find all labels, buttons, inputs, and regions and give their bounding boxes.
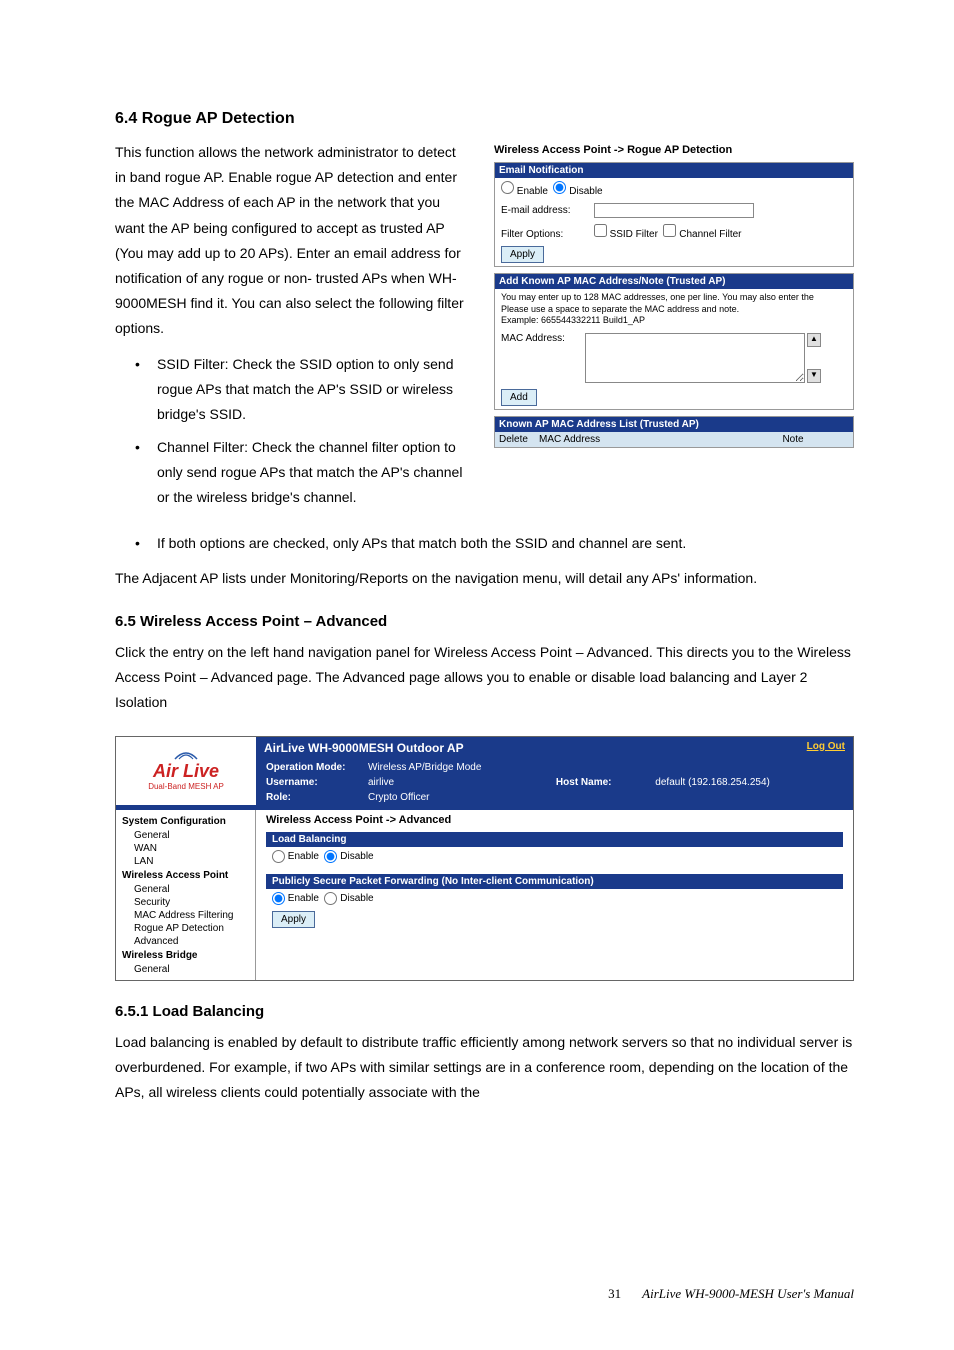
heading-rogue-ap: 6.4 Rogue AP Detection	[115, 110, 854, 128]
note-line-3: Example: 665544332211 Build1_AP	[501, 315, 645, 325]
sp-enable-radio[interactable]	[272, 892, 285, 905]
logo-text: Air Live	[153, 761, 219, 782]
nav-group-bridge: Wireless Bridge	[116, 948, 255, 963]
nav-general-3[interactable]: General	[116, 963, 255, 976]
email-notification-header: Email Notification	[495, 163, 853, 178]
page-footer: 31 AirLive WH-9000-MESH User's Manual	[608, 1286, 854, 1302]
lb-disable-radio[interactable]	[324, 850, 337, 863]
footer-title: AirLive WH-9000-MESH User's Manual	[642, 1286, 854, 1301]
bullet-both-options: If both options are checked, only APs th…	[115, 531, 854, 556]
scroll-down-icon[interactable]: ▼	[807, 369, 821, 383]
mac-address-label: MAC Address:	[501, 333, 565, 344]
apply-button[interactable]: Apply	[501, 246, 544, 263]
bullet-ssid-filter: SSID Filter: Check the SSID option to on…	[115, 352, 470, 428]
username-label: Username:	[266, 777, 318, 788]
channel-filter-label: Channel Filter	[679, 229, 741, 240]
role-value: Crypto Officer	[368, 791, 554, 804]
ssid-filter-label: SSID Filter	[610, 229, 658, 240]
enable-label: Enable	[517, 186, 548, 197]
op-mode-label: Operation Mode:	[266, 762, 345, 773]
heading-advanced: 6.5 Wireless Access Point – Advanced	[115, 613, 854, 630]
scroll-up-icon[interactable]: ▲	[807, 333, 821, 347]
apply-button-2[interactable]: Apply	[272, 911, 315, 928]
sp-disable-label: Disable	[340, 893, 373, 904]
enable-radio[interactable]	[501, 181, 514, 194]
load-balancing-header: Load Balancing	[266, 832, 843, 847]
nav-group-system: System Configuration	[116, 814, 255, 829]
advanced-screenshot: Air Live Dual-Band MESH AP AirLive WH-90…	[115, 736, 854, 981]
para-load-balancing: Load balancing is enabled by default to …	[115, 1030, 854, 1106]
para-advanced: Click the entry on the left hand navigat…	[115, 640, 854, 716]
logout-link[interactable]: Log Out	[807, 741, 845, 755]
note-line-1: You may enter up to 128 MAC addresses, o…	[501, 292, 814, 302]
lb-enable-radio[interactable]	[272, 850, 285, 863]
lb-enable-label: Enable	[288, 851, 319, 862]
known-ap-list-header: Known AP MAC Address List (Trusted AP)	[495, 417, 853, 432]
nav-security[interactable]: Security	[116, 896, 255, 909]
nav-group-wap: Wireless Access Point	[116, 868, 255, 883]
disable-radio[interactable]	[553, 181, 566, 194]
disable-label: Disable	[569, 186, 602, 197]
ssid-filter-checkbox[interactable]	[594, 224, 607, 237]
para-rogue-intro: This function allows the network adminis…	[115, 140, 470, 342]
hostname-label: Host Name:	[556, 777, 612, 788]
channel-filter-checkbox[interactable]	[663, 224, 676, 237]
sp-enable-label: Enable	[288, 893, 319, 904]
ui-title-rogue: Wireless Access Point -> Rogue AP Detect…	[494, 140, 854, 162]
heading-load-balancing: 6.5.1 Load Balancing	[115, 1003, 854, 1020]
note-line-2: Please use a space to separate the MAC a…	[501, 304, 739, 314]
username-value: airlive	[368, 776, 554, 789]
bullet-channel-filter: Channel Filter: Check the channel filter…	[115, 435, 470, 511]
mac-address-textarea[interactable]	[585, 333, 805, 383]
role-label: Role:	[266, 792, 291, 803]
add-button[interactable]: Add	[501, 389, 537, 406]
nav-general-2[interactable]: General	[116, 883, 255, 896]
email-address-input[interactable]	[594, 203, 754, 218]
para-adjacent-ap: The Adjacent AP lists under Monitoring/R…	[115, 566, 854, 591]
lb-disable-label: Disable	[340, 851, 373, 862]
nav-wan[interactable]: WAN	[116, 842, 255, 855]
add-known-ap-header: Add Known AP MAC Address/Note (Trusted A…	[495, 274, 853, 289]
nav-advanced[interactable]: Advanced	[116, 935, 255, 948]
nav-general-1[interactable]: General	[116, 829, 255, 842]
known-ap-table: Delete MAC Address Note	[495, 432, 853, 447]
col-delete: Delete	[495, 432, 535, 447]
hostname-value: default (192.168.254.254)	[655, 776, 843, 789]
col-note: Note	[733, 432, 853, 447]
logo: Air Live Dual-Band MESH AP	[116, 737, 256, 805]
page-number: 31	[608, 1286, 621, 1301]
logo-subtext: Dual-Band MESH AP	[148, 782, 224, 791]
breadcrumb: Wireless Access Point -> Advanced	[266, 814, 843, 826]
nav-rogue-ap[interactable]: Rogue AP Detection	[116, 922, 255, 935]
op-mode-value: Wireless AP/Bridge Mode	[368, 761, 554, 774]
email-address-label: E-mail address:	[501, 205, 591, 216]
sp-disable-radio[interactable]	[324, 892, 337, 905]
secure-forwarding-header: Publicly Secure Packet Forwarding (No In…	[266, 874, 843, 889]
app-title: AirLive WH-9000MESH Outdoor AP	[264, 741, 464, 755]
filter-options-label: Filter Options:	[501, 229, 591, 240]
nav-mac-filter[interactable]: MAC Address Filtering	[116, 909, 255, 922]
col-mac: MAC Address	[535, 432, 733, 447]
nav-lan[interactable]: LAN	[116, 855, 255, 868]
sidebar: System Configuration General WAN LAN Wir…	[116, 810, 256, 980]
